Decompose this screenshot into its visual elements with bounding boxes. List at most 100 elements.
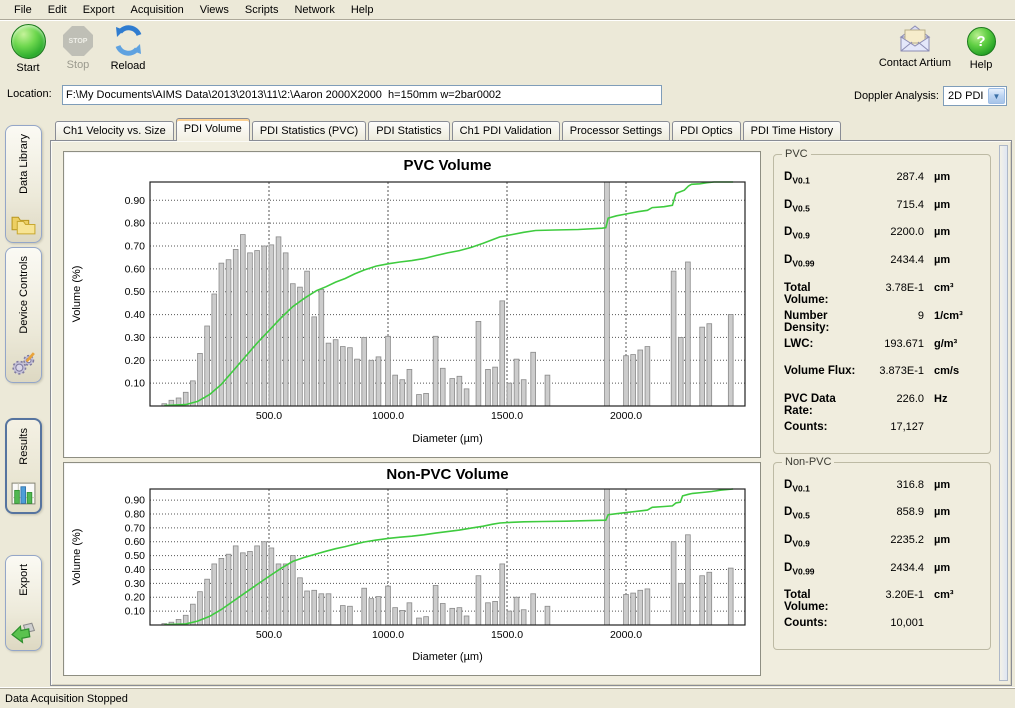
stop-button: STOP Stop [58, 24, 98, 74]
export-arrow-icon [10, 618, 37, 645]
svg-text:Diameter (µm): Diameter (µm) [412, 651, 483, 663]
stat-unit: µm [924, 479, 982, 491]
stat-row-counts: Counts:17,127 [784, 421, 982, 445]
svg-text:Volume (%): Volume (%) [71, 529, 83, 586]
svg-text:Diameter (µm): Diameter (µm) [412, 433, 483, 445]
stat-unit: µm [924, 562, 982, 574]
pvc-stats-title: PVC [782, 148, 811, 160]
pvc-volume-chart-svg: PVC Volume0.100.200.300.400.500.600.700.… [64, 152, 758, 455]
doppler-analysis-select[interactable]: 2D PDI ▼ [943, 86, 1007, 106]
stat-row-d-v0-99: DV0.992434.4µm [784, 562, 982, 586]
svg-text:0.10: 0.10 [125, 606, 146, 618]
sidebar-item-export[interactable]: Export [5, 555, 42, 651]
reload-button[interactable]: Reload [108, 24, 148, 74]
tab-ch1-pdi-validation[interactable]: Ch1 PDI Validation [452, 121, 560, 140]
stat-label: LWC: [784, 338, 856, 350]
tab-pdi-time-history[interactable]: PDI Time History [743, 121, 842, 140]
sidebar-item-label: Results [18, 428, 30, 465]
stat-unit: cm³ [924, 282, 982, 294]
stat-value: 2235.2 [856, 534, 924, 546]
location-row: Location: Doppler Analysis: 2D PDI ▼ [0, 82, 1015, 108]
stat-row-d-v0-9: DV0.92235.2µm [784, 534, 982, 558]
tab-pdi-statistics-pvc[interactable]: PDI Statistics (PVC) [252, 121, 366, 140]
svg-text:0.60: 0.60 [125, 536, 146, 548]
toolbar: Start STOP Stop Reload Contact [0, 20, 1015, 82]
stat-unit: g/m³ [924, 338, 982, 350]
stop-label: Stop [67, 59, 90, 71]
svg-text:1000.0: 1000.0 [372, 410, 404, 422]
stat-unit: cm³ [924, 589, 982, 601]
menu-item-file[interactable]: File [6, 2, 40, 18]
stat-row-d-v0-5: DV0.5858.9µm [784, 506, 982, 530]
app-window: { "menu": { "items": ["File","Edit","Exp… [0, 0, 1015, 708]
stat-value: 287.4 [856, 171, 924, 183]
menu-item-export[interactable]: Export [75, 2, 123, 18]
sidebar-item-data-library[interactable]: Data Library [5, 125, 42, 243]
results-chart-icon [10, 480, 37, 507]
sidebar-item-label: Device Controls [18, 256, 30, 334]
stat-row-counts: Counts:10,001 [784, 617, 982, 641]
svg-text:0.40: 0.40 [125, 564, 146, 576]
menu-item-network[interactable]: Network [286, 2, 342, 18]
menu-item-scripts[interactable]: Scripts [237, 2, 287, 18]
stat-label: Total Volume: [784, 589, 856, 613]
menu-bar: FileEditExportAcquisitionViewsScriptsNet… [0, 0, 1015, 20]
svg-text:2000.0: 2000.0 [610, 629, 642, 641]
stat-value: 10,001 [856, 617, 924, 629]
envelope-icon [896, 24, 934, 54]
location-input[interactable] [62, 85, 662, 105]
svg-text:0.30: 0.30 [125, 332, 146, 344]
stat-label: PVC Data Rate: [784, 393, 856, 417]
start-button[interactable]: Start [8, 24, 48, 74]
svg-text:500.0: 500.0 [256, 629, 282, 641]
help-icon: ? [967, 27, 996, 56]
stat-unit: µm [924, 199, 982, 211]
start-label: Start [16, 62, 39, 74]
contact-artium-button[interactable]: Contact Artium [879, 24, 951, 71]
sidebar-item-results[interactable]: Results [5, 418, 42, 514]
menu-item-edit[interactable]: Edit [40, 2, 75, 18]
svg-text:1500.0: 1500.0 [491, 410, 523, 422]
vertical-scrollbar[interactable] [999, 145, 1008, 681]
pvc-volume-chart: PVC Volume0.100.200.300.400.500.600.700.… [63, 151, 761, 458]
stat-label: DV0.1 [784, 171, 856, 185]
gears-icon [10, 350, 37, 377]
stop-icon: STOP [63, 26, 93, 56]
svg-text:0.60: 0.60 [125, 263, 146, 275]
stat-unit: µm [924, 254, 982, 266]
stat-label: Number Density: [784, 310, 856, 334]
tab-strip: Ch1 Velocity vs. SizePDI VolumePDI Stati… [55, 119, 843, 140]
pvc-stats-groupbox: PVC DV0.1287.4µmDV0.5715.4µmDV0.92200.0µ… [773, 154, 991, 454]
tab-pdi-volume[interactable]: PDI Volume [176, 118, 250, 141]
tab-pdi-optics[interactable]: PDI Optics [672, 121, 741, 140]
menu-item-acquisition[interactable]: Acquisition [123, 2, 192, 18]
stat-label: Counts: [784, 421, 856, 433]
chevron-down-icon[interactable]: ▼ [988, 88, 1005, 104]
menu-item-help[interactable]: Help [343, 2, 382, 18]
stat-value: 858.9 [856, 506, 924, 518]
stat-label: DV0.5 [784, 199, 856, 213]
tab-pdi-statistics[interactable]: PDI Statistics [368, 121, 449, 140]
stat-row-d-v0-9: DV0.92200.0µm [784, 226, 982, 250]
stat-label: DV0.99 [784, 562, 856, 576]
tab-page-pdi-volume: PVC Volume0.100.200.300.400.500.600.700.… [50, 140, 1012, 686]
stat-label: DV0.9 [784, 226, 856, 240]
contact-artium-label: Contact Artium [879, 57, 951, 69]
non-pvc-stats-title: Non-PVC [782, 456, 834, 468]
stat-row-d-v0-5: DV0.5715.4µm [784, 199, 982, 223]
svg-text:0.50: 0.50 [125, 286, 146, 298]
tab-ch1-velocity-vs-size[interactable]: Ch1 Velocity vs. Size [55, 121, 174, 140]
sidebar-item-device-controls[interactable]: Device Controls [5, 247, 42, 383]
doppler-analysis-label: Doppler Analysis: [854, 90, 939, 102]
stat-label: DV0.9 [784, 534, 856, 548]
tab-processor-settings[interactable]: Processor Settings [562, 121, 670, 140]
svg-text:500.0: 500.0 [256, 410, 282, 422]
stat-row-d-v0-99: DV0.992434.4µm [784, 254, 982, 278]
menu-item-views[interactable]: Views [192, 2, 237, 18]
svg-text:2000.0: 2000.0 [610, 410, 642, 422]
svg-text:0.80: 0.80 [125, 218, 146, 230]
stat-label: DV0.5 [784, 506, 856, 520]
stat-value: 2434.4 [856, 254, 924, 266]
svg-text:1000.0: 1000.0 [372, 629, 404, 641]
help-button[interactable]: ? Help [961, 24, 1001, 71]
